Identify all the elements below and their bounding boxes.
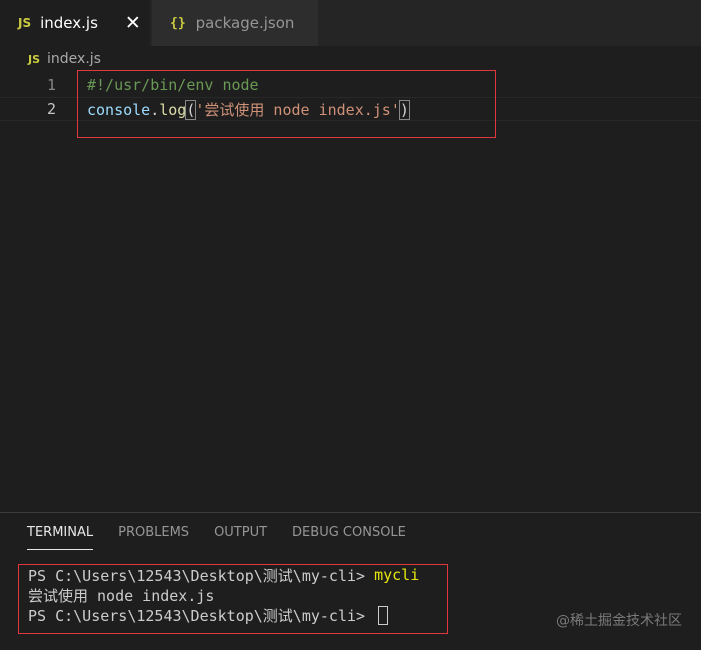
code-dot: . bbox=[150, 100, 160, 119]
shebang-comment: #!/usr/bin/env node bbox=[87, 76, 259, 94]
watermark: @稀土掘金技术社区 bbox=[556, 613, 682, 629]
code-string: '尝试使用 node index.js' bbox=[195, 100, 400, 119]
terminal-line: PS C:\Users\12543\Desktop\测试\my-cli> bbox=[28, 605, 419, 625]
javascript-file-icon: JS bbox=[28, 52, 41, 66]
line-number: 2 bbox=[46, 100, 56, 118]
editor-tab-bar: JS index.js ✕ {} package.json bbox=[0, 0, 701, 46]
tab-output[interactable]: OUTPUT bbox=[214, 525, 267, 549]
close-icon[interactable]: ✕ bbox=[125, 13, 141, 33]
breadcrumb[interactable]: JS index.js bbox=[0, 46, 701, 72]
tab-label: package.json bbox=[195, 14, 295, 32]
terminal-cursor[interactable] bbox=[378, 605, 389, 625]
json-file-icon: {} bbox=[170, 15, 186, 31]
tab-index-js[interactable]: JS index.js ✕ bbox=[0, 0, 150, 46]
line-number: 1 bbox=[46, 76, 56, 94]
code-line: 1 #!/usr/bin/env node bbox=[0, 73, 701, 97]
code-line-current: 2 console.log('尝试使用 node index.js') bbox=[0, 97, 701, 121]
panel-tabs: TERMINAL PROBLEMS OUTPUT DEBUG CONSOLE bbox=[27, 525, 431, 550]
javascript-file-icon: JS bbox=[18, 16, 32, 30]
tab-problems[interactable]: PROBLEMS bbox=[118, 525, 189, 549]
close-paren: ) bbox=[398, 99, 410, 120]
bottom-panel: TERMINAL PROBLEMS OUTPUT DEBUG CONSOLE P… bbox=[0, 512, 701, 650]
tab-debug-console[interactable]: DEBUG CONSOLE bbox=[292, 525, 406, 549]
tab-terminal[interactable]: TERMINAL bbox=[27, 525, 94, 550]
code-editor[interactable]: 1 #!/usr/bin/env node 2 console.log('尝试使… bbox=[0, 70, 701, 512]
breadcrumb-file[interactable]: index.js bbox=[47, 51, 101, 67]
tab-label: index.js bbox=[40, 14, 98, 32]
terminal-output[interactable]: PS C:\Users\12543\Desktop\测试\my-cli> myc… bbox=[28, 565, 419, 625]
code-function: log bbox=[159, 100, 187, 119]
code-statement: console.log('尝试使用 node index.js') bbox=[87, 99, 410, 120]
terminal-line: 尝试使用 node index.js bbox=[28, 585, 419, 605]
terminal-line: PS C:\Users\12543\Desktop\测试\my-cli> myc… bbox=[28, 565, 419, 585]
code-object: console bbox=[87, 100, 151, 119]
terminal-output-text: 尝试使用 node index.js bbox=[28, 586, 215, 605]
terminal-prompt: PS C:\Users\12543\Desktop\测试\my-cli> bbox=[28, 606, 375, 625]
terminal-command: mycli bbox=[374, 566, 420, 584]
terminal-prompt: PS C:\Users\12543\Desktop\测试\my-cli> bbox=[28, 566, 375, 585]
tab-package-json[interactable]: {} package.json bbox=[152, 0, 318, 46]
